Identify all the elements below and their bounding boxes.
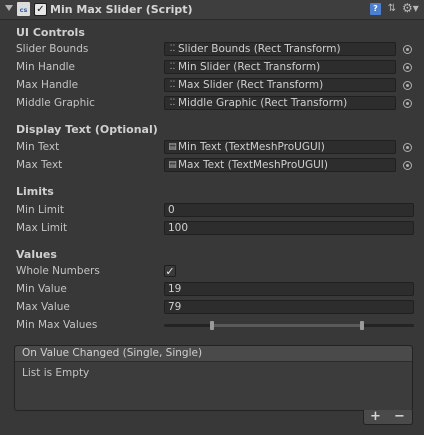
- book-icon[interactable]: ?: [370, 3, 381, 15]
- min-max-values-label: Min Max Values: [16, 319, 98, 331]
- min-slider-thumb[interactable]: [209, 321, 214, 330]
- max-limit-label: Max Limit: [16, 222, 68, 234]
- min-handle-label: Min Handle: [16, 61, 75, 73]
- rect-transform-icon: ⁚⁚: [169, 80, 176, 90]
- add-event-button[interactable]: +: [370, 409, 381, 424]
- rect-transform-icon: ⁚⁚: [169, 44, 176, 54]
- section-limits: Limits: [16, 185, 54, 198]
- max-value-label: Max Value: [16, 301, 70, 313]
- min-max-slider-range: [211, 324, 362, 327]
- max-text-label: Max Text: [16, 159, 63, 171]
- object-picker-icon[interactable]: [403, 143, 412, 152]
- event-list-footer: + −: [363, 409, 413, 425]
- slider-bounds-label: Slider Bounds: [16, 43, 89, 55]
- slider-bounds-field[interactable]: ⁚⁚ Slider Bounds (Rect Transform): [164, 42, 396, 56]
- section-display-text: Display Text (Optional): [16, 123, 158, 136]
- preset-icon[interactable]: ⇅: [387, 2, 397, 15]
- max-limit-input[interactable]: 100: [164, 221, 414, 235]
- object-picker-icon[interactable]: [403, 81, 412, 90]
- max-handle-label: Max Handle: [16, 79, 79, 91]
- min-text-field[interactable]: ▤Min Text (TextMeshProUGUI): [164, 140, 396, 154]
- component-header: cs ✓ Min Max Slider (Script) ? ⇅ ⚙▾: [0, 0, 424, 20]
- document-icon: ▤: [168, 160, 177, 170]
- fold-arrow-icon[interactable]: [5, 5, 13, 11]
- whole-numbers-label: Whole Numbers: [16, 265, 100, 277]
- max-value-input[interactable]: 79: [164, 300, 414, 314]
- object-picker-icon[interactable]: [403, 63, 412, 72]
- enable-checkbox[interactable]: ✓: [34, 3, 47, 16]
- object-picker-icon[interactable]: [403, 161, 412, 170]
- min-limit-label: Min Limit: [16, 204, 64, 216]
- object-picker-icon[interactable]: [403, 45, 412, 54]
- section-ui-controls: UI Controls: [16, 26, 85, 39]
- min-limit-input[interactable]: 0: [164, 203, 414, 217]
- remove-event-button[interactable]: −: [394, 409, 405, 424]
- max-slider-thumb[interactable]: [359, 321, 364, 330]
- object-picker-icon[interactable]: [403, 99, 412, 108]
- gear-icon[interactable]: ⚙▾: [402, 1, 419, 16]
- event-empty-text: List is Empty: [22, 367, 90, 379]
- document-icon: ▤: [168, 142, 177, 152]
- event-header: On Value Changed (Single, Single): [15, 346, 412, 362]
- min-value-input[interactable]: 19: [164, 282, 414, 296]
- max-text-field[interactable]: ▤Max Text (TextMeshProUGUI): [164, 158, 396, 172]
- component-title: Min Max Slider (Script): [50, 3, 193, 16]
- rect-transform-icon: ⁚⁚: [169, 62, 176, 72]
- section-values: Values: [16, 248, 57, 261]
- rect-transform-icon: ⁚⁚: [169, 98, 176, 108]
- min-text-label: Min Text: [16, 141, 60, 153]
- min-handle-field[interactable]: ⁚⁚ Min Slider (Rect Transform): [164, 60, 396, 74]
- max-handle-field[interactable]: ⁚⁚ Max Slider (Rect Transform): [164, 78, 396, 92]
- whole-numbers-checkbox[interactable]: ✓: [164, 265, 176, 277]
- middle-graphic-label: Middle Graphic: [16, 97, 95, 109]
- on-value-changed-event: On Value Changed (Single, Single) List i…: [14, 345, 413, 411]
- event-title: On Value Changed (Single, Single): [22, 347, 203, 359]
- script-icon: cs: [17, 2, 30, 16]
- min-value-label: Min Value: [16, 283, 67, 295]
- middle-graphic-field[interactable]: ⁚⁚ Middle Graphic (Rect Transform): [164, 96, 396, 110]
